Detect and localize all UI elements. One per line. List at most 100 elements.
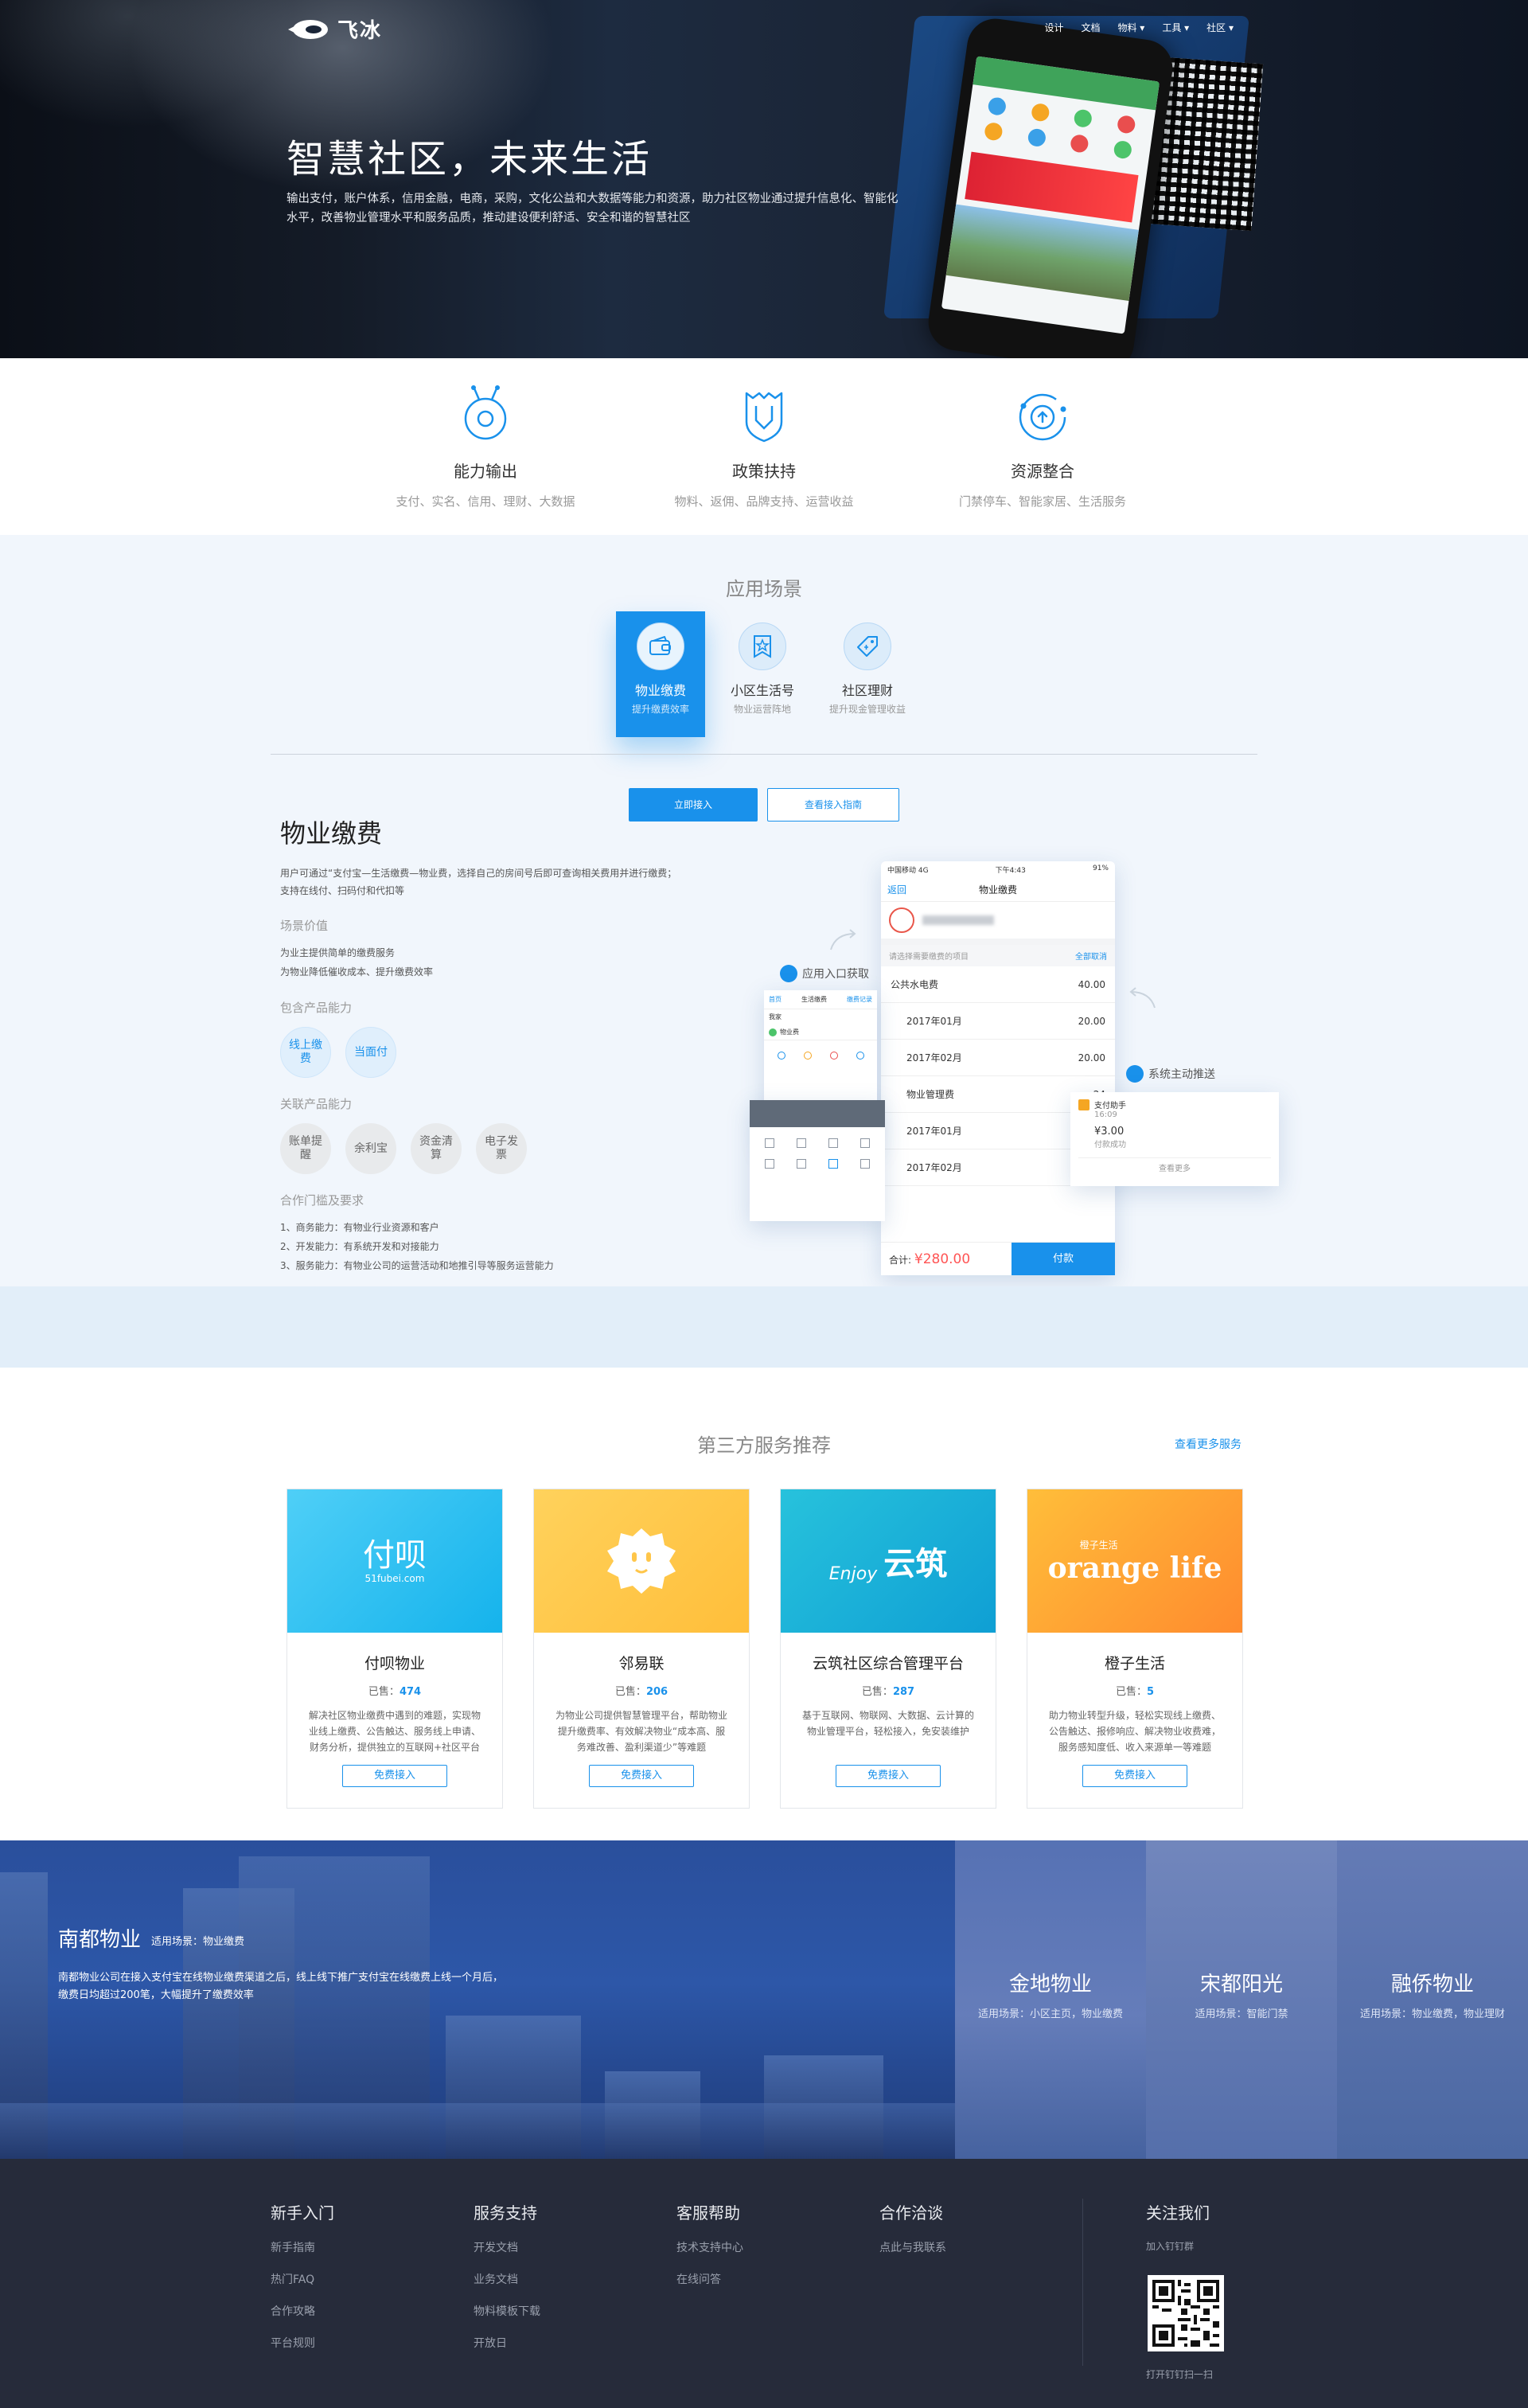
footer-link[interactable]: 新手指南 xyxy=(271,2239,334,2255)
detail-title: 物业缴费 xyxy=(280,818,383,849)
back-link[interactable]: 返回 xyxy=(887,883,951,896)
service-icon xyxy=(829,1052,838,1060)
product-face-to-face-pay[interactable]: 当面付 xyxy=(345,1027,396,1078)
footer-link[interactable]: 物料模板下载 xyxy=(474,2303,540,2319)
case-side[interactable]: 融侨物业 适用场景：物业缴费，物业理财 xyxy=(1337,1840,1528,2159)
feature-subtitle: 物料、返佣、品牌支持、运营收益 xyxy=(674,494,854,509)
hero-description: 输出支付，账户体系，信用金融，电商，采购，文化公益和大数据等能力和资源，助力社区… xyxy=(286,193,898,224)
fee-row[interactable]: 公共水电费 40.00 xyxy=(881,966,1115,1003)
notify-amount: ¥3.00 xyxy=(1094,1126,1125,1138)
footer-col-cooperation: 合作洽谈 点此与我联系 xyxy=(879,2200,946,2255)
service-icon xyxy=(803,1052,812,1060)
service-card[interactable]: Enjoy 云筑 云筑社区综合管理平台 已售：287 基于互联网、物联网、大数据… xyxy=(780,1489,996,1809)
footer-link[interactable]: 在线问答 xyxy=(676,2271,743,2287)
case-side[interactable]: 宋都阳光 适用场景：智能门禁 xyxy=(1146,1840,1337,2159)
nav-item-design[interactable]: 设计 xyxy=(1044,21,1063,34)
nav-item-tools[interactable]: 工具 ▾ xyxy=(1162,21,1189,34)
view-guide-button[interactable]: 查看接入指南 xyxy=(767,788,899,822)
free-connect-button[interactable]: 免费接入 xyxy=(589,1765,694,1787)
scene-divider xyxy=(271,754,1257,755)
connect-now-button[interactable]: 立即接入 xyxy=(629,788,758,822)
related-bubbles: 账单提醒 余利宝 资金清算 电子发票 xyxy=(280,1123,678,1174)
requirements-heading: 合作门槛及要求 xyxy=(280,1193,364,1208)
product-online-payment[interactable]: 线上缴费 xyxy=(280,1027,331,1078)
third-party-title: 第三方服务推荐 xyxy=(697,1434,831,1457)
tab-property-payment[interactable]: 物业缴费 提升缴费效率 xyxy=(616,611,705,737)
service-logo-sub: 51fubei.com xyxy=(364,1573,425,1584)
related-bill-reminder[interactable]: 账单提醒 xyxy=(280,1123,331,1174)
push-notification[interactable]: 支付助手 16:09 ¥3.00 付款成功 查看更多 xyxy=(1070,1092,1279,1186)
small-back-link[interactable]: 首页 xyxy=(769,995,782,1004)
footer-col-title: 服务支持 xyxy=(474,2203,537,2223)
case-name: 宋都阳光 xyxy=(1199,1973,1283,1996)
service-name: 云筑社区综合管理平台 xyxy=(812,1655,964,1672)
view-more-services-link[interactable]: 查看更多服务 xyxy=(1175,1436,1242,1452)
nav-item-community[interactable]: 社区 ▾ xyxy=(1206,21,1234,34)
nav-item-materials[interactable]: 物料 ▾ xyxy=(1117,21,1144,34)
features-section: 能力输出 支付、实名、信用、理财、大数据 政策扶持 物料、返佣、品牌支持、运营收… xyxy=(0,358,1528,535)
service-card[interactable]: 邻易联 已售：206 为物业公司提供智慧管理平台，帮助物业提升缴费率、有效解决物… xyxy=(533,1489,750,1809)
sold-label: 已售： xyxy=(861,1686,893,1698)
city-lights xyxy=(0,2103,955,2159)
alipay-grid-screen xyxy=(750,1100,885,1221)
related-e-invoice[interactable]: 电子发票 xyxy=(476,1123,527,1174)
case-name: 融侨物业 xyxy=(1390,1973,1474,1996)
nav-item-docs[interactable]: 文档 xyxy=(1081,21,1100,34)
footer-col-title: 关注我们 xyxy=(1146,2203,1210,2223)
entry-label-text: 应用入口获取 xyxy=(802,968,869,981)
tab-community-life[interactable]: 小区生活号 物业运营阵地 xyxy=(718,611,807,737)
alipay-assistant-icon xyxy=(1078,1099,1089,1110)
scene-section: 应用场景 物业缴费 提升缴费效率 小区生活号 物业运营阵地 社区理财 提升现金管… xyxy=(0,535,1528,1368)
fee-amount: 20.00 xyxy=(1078,1015,1105,1027)
total-amount: ¥280.00 xyxy=(914,1251,971,1267)
app-icon xyxy=(765,1159,774,1169)
footer-col-title: 新手入门 xyxy=(271,2203,334,2223)
free-connect-button[interactable]: 免费接入 xyxy=(836,1765,941,1787)
fee-row[interactable]: 2017年02月 20.00 xyxy=(881,1040,1115,1076)
total-area: 合计: ¥280.00 xyxy=(881,1243,1012,1275)
case-main[interactable]: 南都物业 适用场景：物业缴费 南都物业公司在接入支付宝在线物业缴费渠道之后，线上… xyxy=(0,1840,955,2159)
case-studies: 南都物业 适用场景：物业缴费 南都物业公司在接入支付宝在线物业缴费渠道之后，线上… xyxy=(0,1840,1528,2159)
brand-name: 飞冰 xyxy=(337,19,383,43)
pay-button[interactable]: 付款 xyxy=(1012,1243,1115,1275)
sold-label: 已售： xyxy=(614,1686,646,1698)
small-records-link[interactable]: 缴费记录 xyxy=(847,995,872,1004)
fee-row[interactable]: 2017年01月 20.00 xyxy=(881,1003,1115,1040)
brand-logo[interactable]: 飞冰 xyxy=(286,14,382,44)
footer-link[interactable]: 技术支持中心 xyxy=(676,2239,743,2255)
footer-link[interactable]: 热门FAQ xyxy=(271,2271,334,2287)
badge-star-icon xyxy=(739,622,786,670)
products-heading: 包含产品能力 xyxy=(280,1001,353,1015)
cancel-all-link[interactable]: 全部取消 xyxy=(1075,950,1107,962)
footer-link[interactable]: 点此与我联系 xyxy=(879,2239,946,2255)
hero-title: 智慧社区，未来生活 xyxy=(286,137,653,181)
dingtalk-qr-code[interactable] xyxy=(1148,2275,1224,2351)
footer-link[interactable]: 开放日 xyxy=(474,2335,540,2351)
case-side[interactable]: 金地物业 适用场景：小区主页，物业缴费 xyxy=(955,1840,1146,2159)
case-name: 金地物业 xyxy=(1008,1973,1092,1996)
footer-link[interactable]: 合作攻略 xyxy=(271,2303,334,2319)
tab-community-finance[interactable]: 社区理财 提升现金管理收益 xyxy=(823,611,912,737)
related-yulibao[interactable]: 余利宝 xyxy=(345,1123,396,1174)
footer-link[interactable]: 业务文档 xyxy=(474,2271,540,2287)
notify-more-link[interactable]: 查看更多 xyxy=(1078,1157,1271,1173)
small-property-fee[interactable]: 物业费 xyxy=(764,1024,877,1040)
footer-col-support: 服务支持 开发文档 业务文档 物料模板下载 开放日 xyxy=(474,2200,540,2351)
footer-link[interactable]: 开发文档 xyxy=(474,2239,540,2255)
tag-icon xyxy=(844,622,891,670)
value-heading: 场景价值 xyxy=(280,919,329,933)
service-card[interactable]: 橙子生活 orange life 橙子生活 已售：5 助力物业转型升级，轻松实现… xyxy=(1027,1489,1243,1809)
free-connect-button[interactable]: 免费接入 xyxy=(342,1765,447,1787)
service-card[interactable]: 付呗 51fubei.com 付呗物业 已售：474 解决社区物业缴费中遇到的难… xyxy=(286,1489,503,1809)
app-icon xyxy=(797,1138,806,1148)
case-side-photo xyxy=(1146,1840,1337,2159)
service-sold: 已售：5 xyxy=(1027,1683,1242,1698)
footer-link[interactable]: 平台规则 xyxy=(271,2335,334,2351)
related-fund-clearing[interactable]: 资金清算 xyxy=(411,1123,462,1174)
footer-col-follow: 关注我们 加入钉钉群 xyxy=(1146,2200,1210,2253)
scan-hint: 打开钉钉扫一扫 xyxy=(1146,2369,1214,2380)
case-name: 南都物业 xyxy=(58,1928,142,1952)
service-desc: 为物业公司提供智慧管理平台，帮助物业提升缴费率、有效解决物业“成本高、服务难改善… xyxy=(555,1710,727,1753)
free-connect-button[interactable]: 免费接入 xyxy=(1082,1765,1187,1787)
push-label: 系统主动推送 xyxy=(1126,1065,1215,1083)
